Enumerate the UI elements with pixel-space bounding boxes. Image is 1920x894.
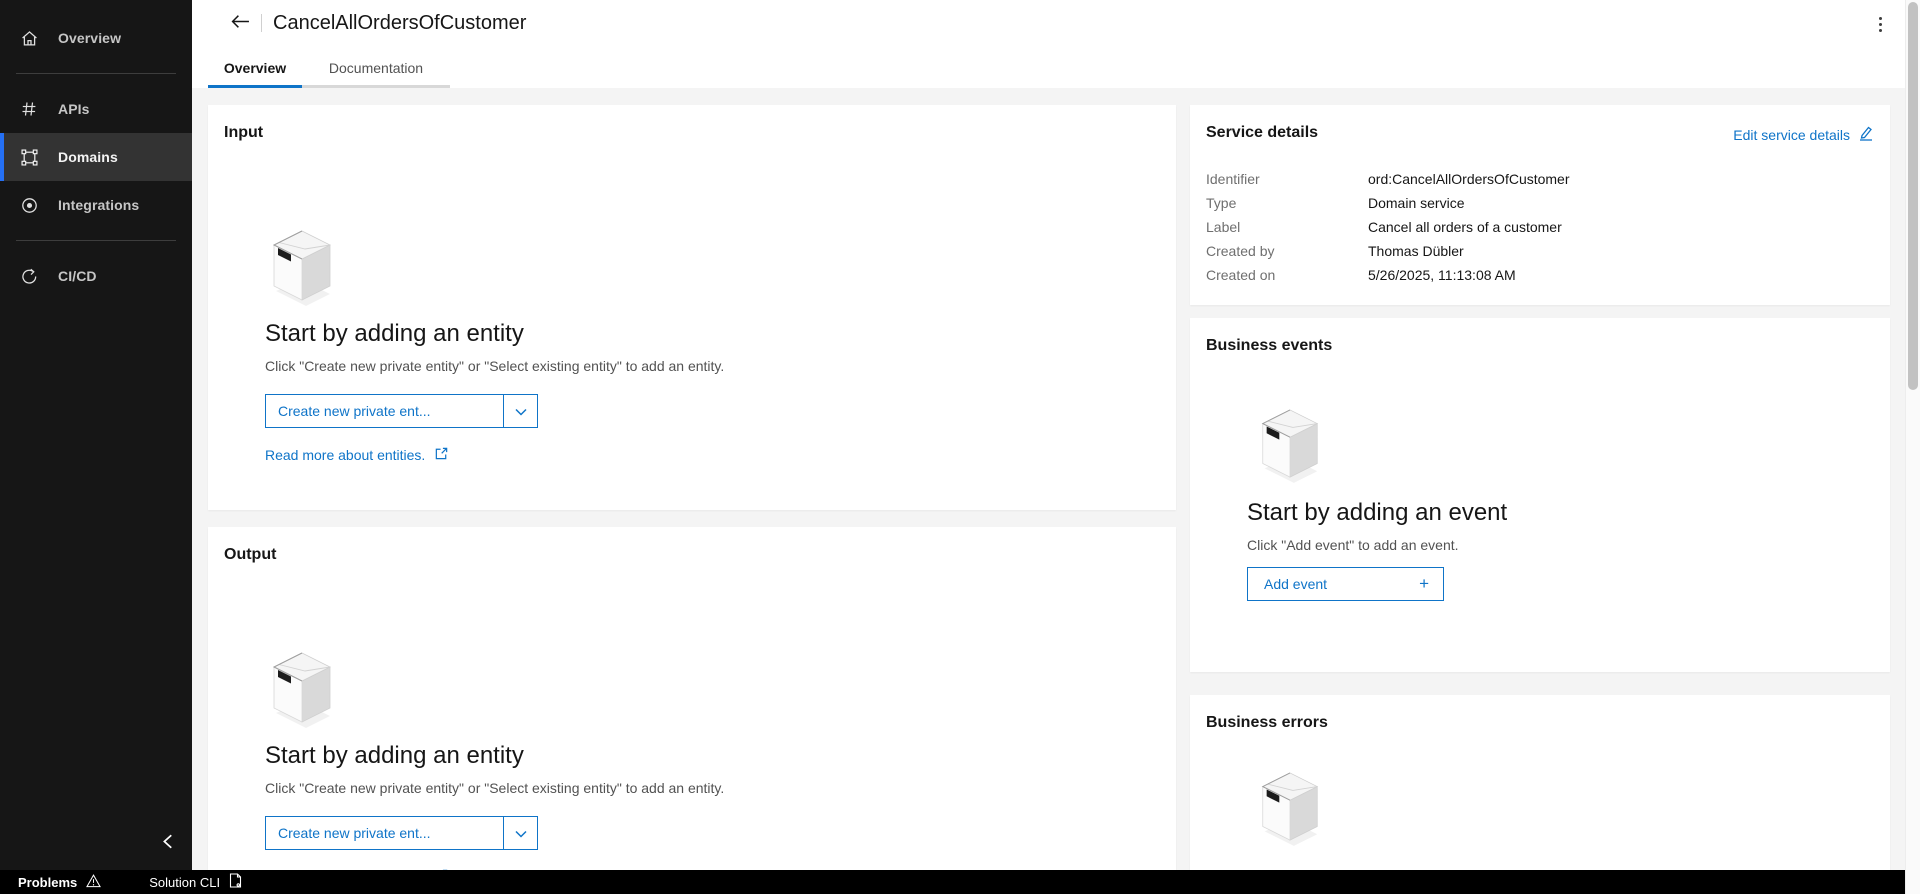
arrow-left-icon xyxy=(231,14,250,32)
events-empty-state: Start by adding an event Click "Add even… xyxy=(1190,405,1890,601)
add-event-button[interactable]: Add event + xyxy=(1247,567,1444,601)
read-more-entities-link[interactable]: Read more about entities. xyxy=(265,446,449,464)
detail-label: Created by xyxy=(1206,243,1275,259)
detail-row: Created by Thomas Dübler xyxy=(1206,239,1874,263)
plus-icon: + xyxy=(1419,574,1429,593)
empty-state-title: Start by adding an event xyxy=(1247,499,1508,526)
box-illustration xyxy=(272,652,331,728)
create-entity-dropdown-button[interactable] xyxy=(504,817,537,849)
box-illustration xyxy=(1261,772,1319,846)
file-icon xyxy=(229,873,242,891)
sidebar-divider xyxy=(16,73,176,74)
sidebar-item-cicd[interactable]: CI/CD xyxy=(0,252,192,300)
edit-pencil-icon xyxy=(1858,125,1874,144)
errors-empty-state xyxy=(1190,768,1890,846)
detail-label: Label xyxy=(1206,219,1241,235)
card-title: Input xyxy=(224,124,264,141)
detail-value: 5/26/2025, 11:13:08 AM xyxy=(1368,267,1516,283)
problems-button[interactable]: Problems xyxy=(0,870,115,894)
back-button[interactable] xyxy=(228,11,252,35)
scrollbar-thumb[interactable] xyxy=(1908,2,1918,390)
sidebar-divider xyxy=(16,240,176,241)
sidebar-item-domains[interactable]: Domains xyxy=(0,133,192,181)
radio-button-icon xyxy=(20,196,38,214)
sidebar-item-label: APIs xyxy=(58,101,90,117)
vertical-scrollbar[interactable] xyxy=(1905,0,1920,894)
sidebar-nav: Overview APIs Domains Integrations CI/CD xyxy=(0,0,192,300)
chevron-left-icon xyxy=(161,834,174,852)
detail-value: ord:CancelAllOrdersOfCustomer xyxy=(1368,171,1570,187)
create-entity-button[interactable]: Create new private ent... xyxy=(266,395,504,427)
card-title: Business errors xyxy=(1206,714,1328,731)
output-empty-state: Start by adding an entity Click "Create … xyxy=(208,648,1176,887)
detail-row: Type Domain service xyxy=(1206,191,1874,215)
business-errors-card: Business errors xyxy=(1190,695,1890,894)
empty-state-title: Start by adding an entity xyxy=(265,320,524,347)
service-details-list: Identifier ord:CancelAllOrdersOfCustomer… xyxy=(1190,167,1890,287)
detail-value: Cancel all orders of a customer xyxy=(1368,219,1562,235)
card-title: Output xyxy=(224,546,277,563)
tab-overview[interactable]: Overview xyxy=(208,50,302,88)
sidebar-item-overview[interactable]: Overview xyxy=(0,14,192,62)
empty-state-title: Start by adding an entity xyxy=(265,742,524,769)
chevron-down-icon xyxy=(514,404,527,419)
box-illustration xyxy=(272,230,331,306)
page-title: CancelAllOrdersOfCustomer xyxy=(273,11,527,34)
home-icon xyxy=(20,29,38,47)
page-header: CancelAllOrdersOfCustomer Overview Docum… xyxy=(192,0,1905,88)
sidebar-item-label: Integrations xyxy=(58,197,140,213)
detail-value: Domain service xyxy=(1368,195,1465,211)
empty-state-description: Click "Create new private entity" or "Se… xyxy=(265,358,725,374)
service-details-card: Service details Edit service details Ide… xyxy=(1190,105,1890,305)
sidebar-item-label: Domains xyxy=(58,149,118,165)
edit-service-details-link[interactable]: Edit service details xyxy=(1733,125,1874,144)
create-entity-split-button: Create new private ent... xyxy=(265,394,538,428)
input-card: Input Start by adding an entity Click "C… xyxy=(208,105,1176,510)
pipeline-icon xyxy=(20,267,38,285)
business-events-card: Business events Start by adding an event… xyxy=(1190,318,1890,672)
detail-value: Thomas Dübler xyxy=(1368,243,1464,259)
tab-documentation[interactable]: Documentation xyxy=(302,50,450,88)
detail-row: Label Cancel all orders of a customer xyxy=(1206,215,1874,239)
card-title: Business events xyxy=(1206,337,1333,354)
tab-bar: Overview Documentation xyxy=(208,50,450,88)
input-empty-state: Start by adding an entity Click "Create … xyxy=(208,226,1176,465)
detail-row: Created on 5/26/2025, 11:13:08 AM xyxy=(1206,263,1874,287)
sidebar-item-label: CI/CD xyxy=(58,268,97,284)
create-entity-split-button: Create new private ent... xyxy=(265,816,538,850)
detail-label: Type xyxy=(1206,195,1237,211)
sidebar-item-label: Overview xyxy=(58,30,122,46)
detail-label: Identifier xyxy=(1206,171,1260,187)
status-bar: Problems Solution CLI xyxy=(0,870,1905,894)
bounding-box-icon xyxy=(20,148,38,166)
sidebar-collapse-button[interactable] xyxy=(154,830,180,856)
create-entity-button[interactable]: Create new private ent... xyxy=(266,817,504,849)
create-entity-dropdown-button[interactable] xyxy=(504,395,537,427)
solution-cli-button[interactable]: Solution CLI xyxy=(131,870,256,894)
output-card: Output Start by adding an entity Click "… xyxy=(208,527,1176,894)
launch-icon xyxy=(434,446,449,464)
kebab-icon xyxy=(1878,16,1882,20)
empty-state-description: Click "Add event" to add an event. xyxy=(1247,537,1459,553)
detail-row: Identifier ord:CancelAllOrdersOfCustomer xyxy=(1206,167,1874,191)
chevron-down-icon xyxy=(514,826,527,841)
sidebar: Overview APIs Domains Integrations CI/CD xyxy=(0,0,192,870)
title-divider xyxy=(261,14,262,32)
detail-label: Created on xyxy=(1206,267,1276,283)
sidebar-item-integrations[interactable]: Integrations xyxy=(0,181,192,229)
hash-icon xyxy=(20,100,38,118)
sidebar-item-apis[interactable]: APIs xyxy=(0,85,192,133)
empty-state-description: Click "Create new private entity" or "Se… xyxy=(265,780,725,796)
overflow-menu-button[interactable] xyxy=(1867,11,1893,37)
box-illustration xyxy=(1261,409,1319,483)
warning-icon xyxy=(86,873,102,891)
